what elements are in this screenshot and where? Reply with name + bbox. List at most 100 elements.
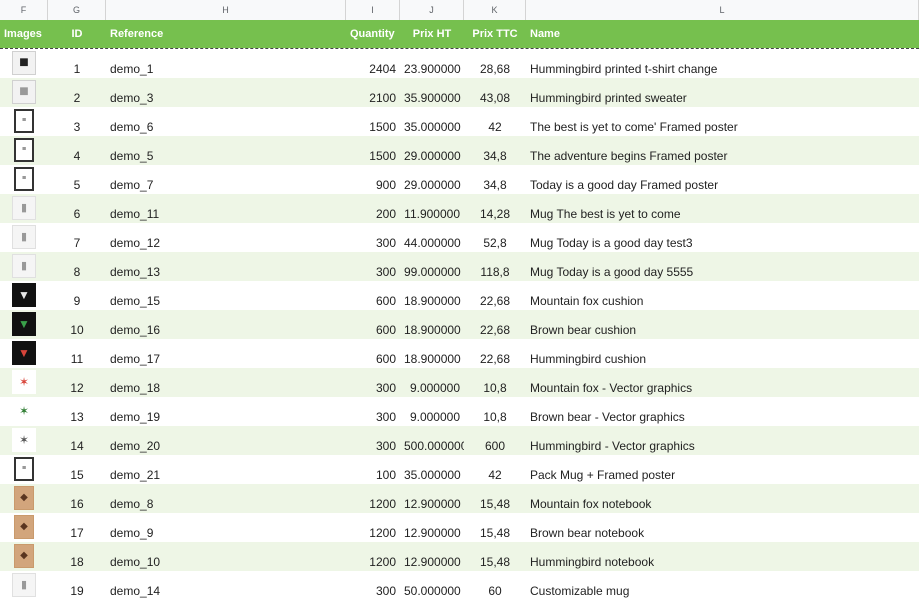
cell-prix-ht[interactable]: 9.000000 [400,397,464,426]
cell-prix-ht[interactable]: 35.000000 [400,107,464,136]
cell-quantity[interactable]: 100 [346,455,400,484]
cell-quantity[interactable]: 900 [346,165,400,194]
table-row[interactable]: ■ 1 demo_1 2404 23.900000 28,68 Hummingbird pr… [0,49,919,78]
cell-quantity[interactable]: 600 [346,281,400,310]
cell-reference[interactable]: demo_7 [106,165,346,194]
table-row[interactable]: ✶ 12 demo_18 300 9.000000 10,8 Mountain fox - … [0,368,919,397]
table-row[interactable]: ▮ 8 demo_13 300 99.000000 118,8 Mug Today is a… [0,252,919,281]
header-quantity[interactable]: Quantity [346,20,400,48]
cell-reference[interactable]: demo_21 [106,455,346,484]
cell-prix-ht[interactable]: 99.000000 [400,252,464,281]
header-prix-ht[interactable]: Prix HT [400,20,464,48]
cell-quantity[interactable]: 300 [346,426,400,455]
cell-id[interactable]: 12 [48,368,106,397]
cell-id[interactable]: 11 [48,339,106,368]
cell-name[interactable]: Hummingbird - Vector graphics [526,426,919,455]
cell-name[interactable]: Hummingbird printed t-shirt change [526,49,919,78]
cell-quantity[interactable]: 200 [346,194,400,223]
table-row[interactable]: ✶ 14 demo_20 300 500.000000 600 Hummingbird - … [0,426,919,455]
cell-name[interactable]: Brown bear - Vector graphics [526,397,919,426]
cell-image[interactable]: ▼ [0,281,48,310]
cell-prix-ttc[interactable]: 60 [464,571,526,600]
cell-prix-ttc[interactable]: 14,28 [464,194,526,223]
cell-prix-ttc[interactable]: 15,48 [464,484,526,513]
cell-id[interactable]: 7 [48,223,106,252]
cell-id[interactable]: 10 [48,310,106,339]
cell-prix-ttc[interactable]: 10,8 [464,397,526,426]
cell-prix-ht[interactable]: 35.900000 [400,78,464,107]
cell-prix-ttc[interactable]: 34,8 [464,165,526,194]
cell-image[interactable]: ✶ [0,426,48,455]
cell-name[interactable]: Mug Today is a good day test3 [526,223,919,252]
cell-name[interactable]: Mountain fox - Vector graphics [526,368,919,397]
cell-prix-ht[interactable]: 44.000000 [400,223,464,252]
cell-quantity[interactable]: 300 [346,223,400,252]
cell-prix-ht[interactable]: 18.900000 [400,339,464,368]
cell-prix-ht[interactable]: 23.900000 [400,49,464,78]
cell-prix-ttc[interactable]: 22,68 [464,281,526,310]
table-row[interactable]: ✶ 13 demo_19 300 9.000000 10,8 Brown bear - Ve… [0,397,919,426]
cell-quantity[interactable]: 1200 [346,542,400,571]
column-letter-j[interactable]: J [400,0,464,20]
table-row[interactable]: ▮ 7 demo_12 300 44.000000 52,8 Mug Today is a … [0,223,919,252]
cell-name[interactable]: Hummingbird notebook [526,542,919,571]
cell-prix-ttc[interactable]: 10,8 [464,368,526,397]
cell-name[interactable]: Hummingbird printed sweater [526,78,919,107]
cell-image[interactable]: ≡ [0,455,48,484]
cell-id[interactable]: 17 [48,513,106,542]
header-reference[interactable]: Reference [106,20,346,48]
cell-prix-ht[interactable]: 12.900000 [400,513,464,542]
cell-prix-ht[interactable]: 29.000000 [400,136,464,165]
cell-name[interactable]: Brown bear cushion [526,310,919,339]
header-images[interactable]: Images [0,20,48,48]
cell-reference[interactable]: demo_18 [106,368,346,397]
cell-prix-ht[interactable]: 9.000000 [400,368,464,397]
cell-quantity[interactable]: 600 [346,310,400,339]
cell-image[interactable]: ▮ [0,194,48,223]
cell-prix-ttc[interactable]: 28,68 [464,49,526,78]
cell-prix-ht[interactable]: 11.900000 [400,194,464,223]
cell-name[interactable]: Customizable mug [526,571,919,600]
cell-name[interactable]: Mountain fox cushion [526,281,919,310]
cell-prix-ttc[interactable]: 600 [464,426,526,455]
cell-image[interactable]: ▼ [0,310,48,339]
cell-image[interactable]: ◆ [0,513,48,542]
cell-id[interactable]: 13 [48,397,106,426]
cell-reference[interactable]: demo_17 [106,339,346,368]
cell-prix-ttc[interactable]: 22,68 [464,339,526,368]
column-letter-f[interactable]: F [0,0,48,20]
cell-reference[interactable]: demo_5 [106,136,346,165]
cell-id[interactable]: 5 [48,165,106,194]
table-row[interactable]: ■ 2 demo_3 2100 35.900000 43,08 Hummingbird pr… [0,78,919,107]
cell-quantity[interactable]: 1200 [346,513,400,542]
table-row[interactable]: ▮ 19 demo_14 300 50.000000 60 Customizable mug [0,571,919,600]
cell-image[interactable]: ▮ [0,252,48,281]
cell-prix-ht[interactable]: 18.900000 [400,281,464,310]
cell-reference[interactable]: demo_6 [106,107,346,136]
header-prix-ttc[interactable]: Prix TTC [464,20,526,48]
cell-id[interactable]: 19 [48,571,106,600]
table-row[interactable]: ▮ 6 demo_11 200 11.900000 14,28 Mug The best i… [0,194,919,223]
table-row[interactable]: ◆ 16 demo_8 1200 12.900000 15,48 Mountain fox … [0,484,919,513]
cell-prix-ht[interactable]: 29.000000 [400,165,464,194]
table-row[interactable]: ≡ 5 demo_7 900 29.000000 34,8 Today is a good … [0,165,919,194]
cell-image[interactable]: ▮ [0,223,48,252]
cell-reference[interactable]: demo_8 [106,484,346,513]
cell-id[interactable]: 2 [48,78,106,107]
header-id[interactable]: ID [48,20,106,48]
cell-id[interactable]: 1 [48,49,106,78]
cell-reference[interactable]: demo_20 [106,426,346,455]
cell-id[interactable]: 18 [48,542,106,571]
cell-quantity[interactable]: 300 [346,571,400,600]
cell-reference[interactable]: demo_16 [106,310,346,339]
cell-prix-ht[interactable]: 500.000000 [400,426,464,455]
cell-reference[interactable]: demo_13 [106,252,346,281]
table-row[interactable]: ◆ 18 demo_10 1200 12.900000 15,48 Hummingbird … [0,542,919,571]
cell-quantity[interactable]: 600 [346,339,400,368]
cell-quantity[interactable]: 300 [346,252,400,281]
cell-name[interactable]: Mountain fox notebook [526,484,919,513]
cell-image[interactable]: ≡ [0,107,48,136]
cell-name[interactable]: Mug The best is yet to come [526,194,919,223]
cell-image[interactable]: ✶ [0,368,48,397]
cell-prix-ttc[interactable]: 42 [464,107,526,136]
